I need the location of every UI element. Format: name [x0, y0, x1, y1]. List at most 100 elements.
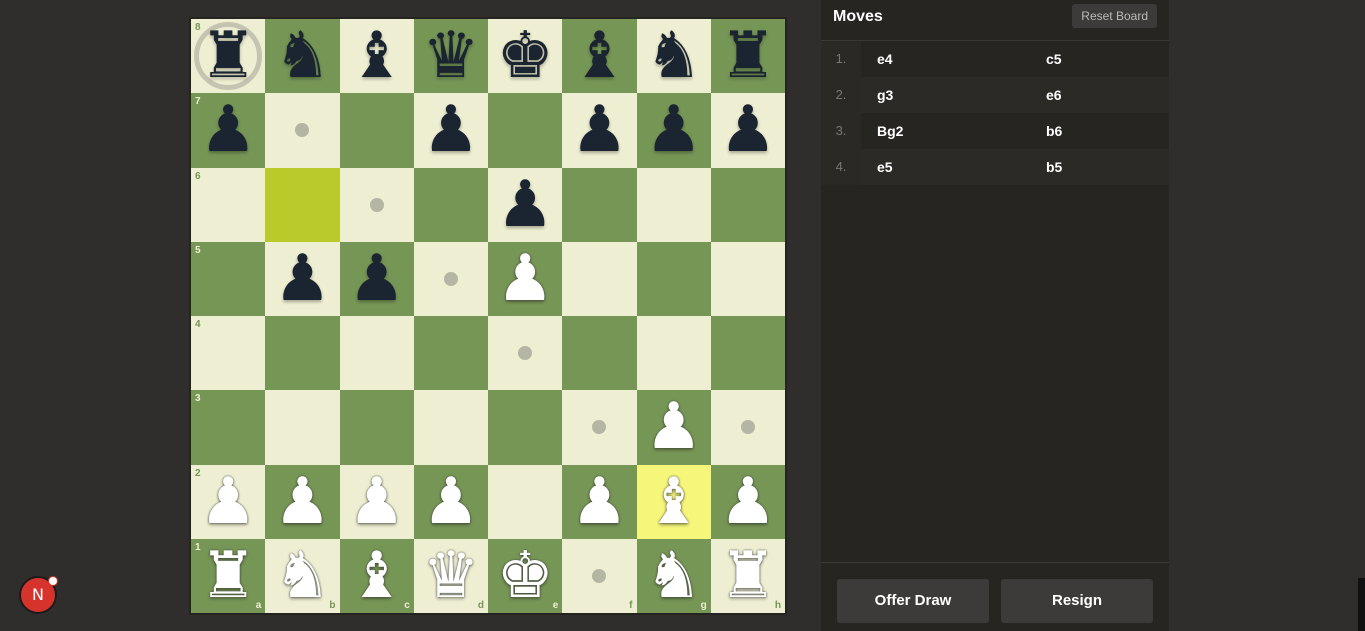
reset-board-button[interactable]: Reset Board	[1072, 4, 1157, 28]
white-pawn-icon[interactable]: ♟	[645, 395, 702, 459]
white-move[interactable]: e4	[877, 51, 893, 67]
white-move[interactable]: e5	[877, 159, 893, 175]
square-a8[interactable]: 8 ♜	[191, 19, 266, 94]
square-c1[interactable]: c ♝	[339, 538, 414, 613]
square-b4[interactable]	[265, 316, 340, 391]
black-move[interactable]: c5	[1046, 51, 1062, 67]
move-hint-dot-icon[interactable]	[740, 420, 755, 435]
square-a3[interactable]: 3	[191, 390, 266, 465]
black-move[interactable]: b6	[1046, 123, 1062, 139]
white-knight-icon[interactable]: ♞	[645, 544, 702, 608]
square-g1[interactable]: g ♞	[636, 538, 711, 613]
black-bishop-icon[interactable]: ♝	[348, 24, 405, 88]
square-c7[interactable]	[339, 93, 414, 168]
square-c3[interactable]	[339, 390, 414, 465]
square-e4[interactable]	[488, 316, 563, 391]
resign-button[interactable]: Resign	[1001, 579, 1153, 623]
square-d5[interactable]	[413, 241, 488, 316]
white-pawn-icon[interactable]: ♟	[274, 470, 331, 534]
square-d8[interactable]: ♛	[413, 19, 488, 94]
white-king-icon[interactable]: ♚	[496, 544, 553, 608]
white-move[interactable]: g3	[877, 87, 893, 103]
move-hint-dot-icon[interactable]	[443, 271, 458, 286]
square-e5[interactable]: ♟	[488, 241, 563, 316]
square-d7[interactable]: ♟	[413, 93, 488, 168]
square-f5[interactable]	[562, 241, 637, 316]
square-a7[interactable]: 7 ♟	[191, 93, 266, 168]
move-hint-dot-icon[interactable]	[369, 197, 384, 212]
black-pawn-icon[interactable]: ♟	[274, 247, 331, 311]
black-knight-icon[interactable]: ♞	[645, 24, 702, 88]
square-f1[interactable]: f	[562, 538, 637, 613]
move-hint-dot-icon[interactable]	[518, 346, 533, 361]
square-c2[interactable]: ♟	[339, 464, 414, 539]
square-e8[interactable]: ♚	[488, 19, 563, 94]
square-c4[interactable]	[339, 316, 414, 391]
square-f7[interactable]: ♟	[562, 93, 637, 168]
black-queen-icon[interactable]: ♛	[422, 24, 479, 88]
white-pawn-icon[interactable]: ♟	[422, 470, 479, 534]
offer-draw-button[interactable]: Offer Draw	[837, 579, 989, 623]
square-h6[interactable]	[710, 167, 785, 242]
square-g3[interactable]: ♟	[636, 390, 711, 465]
square-c6[interactable]	[339, 167, 414, 242]
white-pawn-icon[interactable]: ♟	[496, 247, 553, 311]
move-hint-dot-icon[interactable]	[592, 568, 607, 583]
white-queen-icon[interactable]: ♛	[422, 544, 479, 608]
square-b5[interactable]: ♟	[265, 241, 340, 316]
move-hint-dot-icon[interactable]	[295, 123, 310, 138]
white-rook-icon[interactable]: ♜	[719, 544, 776, 608]
black-pawn-icon[interactable]: ♟	[571, 98, 628, 162]
square-a5[interactable]: 5	[191, 241, 266, 316]
square-h5[interactable]	[710, 241, 785, 316]
square-b8[interactable]: ♞	[265, 19, 340, 94]
square-d2[interactable]: ♟	[413, 464, 488, 539]
square-e1[interactable]: e ♚	[488, 538, 563, 613]
white-bishop-icon[interactable]: ♝	[348, 544, 405, 608]
black-rook-icon[interactable]: ♜	[719, 24, 776, 88]
black-pawn-icon[interactable]: ♟	[348, 247, 405, 311]
white-pawn-icon[interactable]: ♟	[199, 470, 256, 534]
black-move[interactable]: b5	[1046, 159, 1062, 175]
white-pawn-icon[interactable]: ♟	[571, 470, 628, 534]
profile-avatar-icon[interactable]: N	[19, 576, 58, 614]
square-h8[interactable]: ♜	[710, 19, 785, 94]
white-bishop-icon[interactable]: ♝	[645, 470, 702, 534]
square-h4[interactable]	[710, 316, 785, 391]
black-pawn-icon[interactable]: ♟	[199, 98, 256, 162]
square-g2[interactable]: ♝	[636, 464, 711, 539]
square-g8[interactable]: ♞	[636, 19, 711, 94]
square-a2[interactable]: 2 ♟	[191, 464, 266, 539]
square-e6[interactable]: ♟	[488, 167, 563, 242]
square-e2[interactable]	[488, 464, 563, 539]
square-h7[interactable]: ♟	[710, 93, 785, 168]
square-e3[interactable]	[488, 390, 563, 465]
black-bishop-icon[interactable]: ♝	[571, 24, 628, 88]
square-e7[interactable]	[488, 93, 563, 168]
black-move[interactable]: e6	[1046, 87, 1062, 103]
square-c5[interactable]: ♟	[339, 241, 414, 316]
square-g7[interactable]: ♟	[636, 93, 711, 168]
square-h1[interactable]: h ♜	[710, 538, 785, 613]
square-b3[interactable]	[265, 390, 340, 465]
square-d3[interactable]	[413, 390, 488, 465]
square-a1[interactable]: 1 a ♜	[191, 538, 266, 613]
square-d6[interactable]	[413, 167, 488, 242]
white-pawn-icon[interactable]: ♟	[719, 470, 776, 534]
black-pawn-icon[interactable]: ♟	[719, 98, 776, 162]
square-b7[interactable]	[265, 93, 340, 168]
white-rook-icon[interactable]: ♜	[199, 544, 256, 608]
square-a6[interactable]: 6	[191, 167, 266, 242]
square-h2[interactable]: ♟	[710, 464, 785, 539]
square-b2[interactable]: ♟	[265, 464, 340, 539]
square-d4[interactable]	[413, 316, 488, 391]
square-b6[interactable]	[265, 167, 340, 242]
square-f2[interactable]: ♟	[562, 464, 637, 539]
chess-board[interactable]: 8 ♜ ♞ ♝ ♛ ♚ ♝ ♞ ♜ 7 ♟ ♟ ♟ ♟ ♟ 6 ♟ 5 ♟ ♟ ♟ 4 3 ♟ 2 ♟ ♟ ♟ ♟ ♟ ♝ ♟ 1 a ♜ b ♞ c ♝ d…	[191, 19, 785, 613]
square-c8[interactable]: ♝	[339, 19, 414, 94]
square-f8[interactable]: ♝	[562, 19, 637, 94]
black-pawn-icon[interactable]: ♟	[422, 98, 479, 162]
square-h3[interactable]	[710, 390, 785, 465]
square-g6[interactable]	[636, 167, 711, 242]
square-b1[interactable]: b ♞	[265, 538, 340, 613]
